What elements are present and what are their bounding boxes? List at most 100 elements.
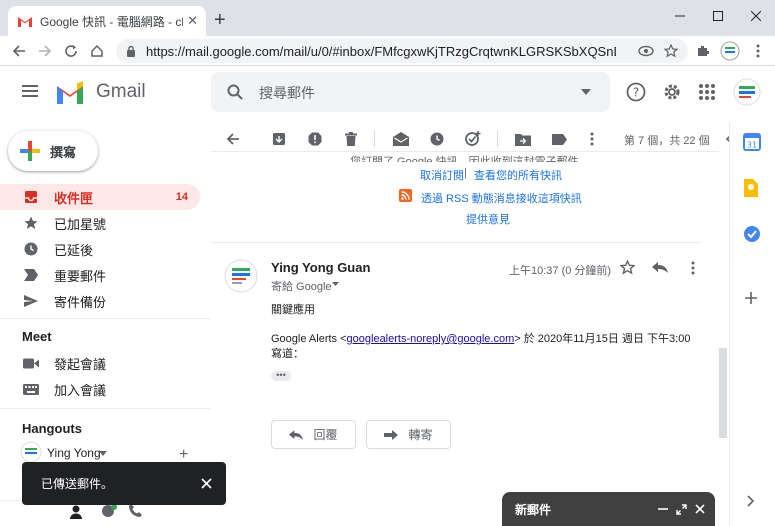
message-divider	[211, 242, 701, 243]
more-options-icon[interactable]	[582, 129, 602, 149]
svg-text:?: ?	[633, 86, 639, 100]
quoted-sender-email-link[interactable]: googlealerts-noreply@google.com	[347, 333, 515, 345]
hangouts-chat-icon[interactable]	[101, 503, 117, 519]
new-message-window-header[interactable]: 新郵件	[502, 492, 715, 526]
snackbar-close-icon[interactable]	[201, 478, 212, 489]
search-placeholder: 搜尋郵件	[259, 85, 315, 101]
sidebar-item-label: 發起會議	[54, 356, 107, 372]
feedback-link[interactable]: 提供意見	[466, 211, 510, 227]
close-compose-icon[interactable]	[695, 504, 705, 514]
reply-button[interactable]: 回覆	[271, 420, 356, 449]
home-icon[interactable]	[87, 41, 107, 61]
gmail-wordmark: Gmail	[96, 81, 146, 102]
profile-avatar[interactable]	[720, 41, 740, 61]
show-trimmed-content-button[interactable]: •••	[271, 371, 291, 381]
hangouts-user-name[interactable]: Ying Yong	[47, 446, 101, 460]
sidebar-item-important[interactable]: 重要郵件	[0, 262, 200, 288]
mark-unread-envelope-icon[interactable]	[391, 129, 411, 149]
sidebar-item-new-meeting[interactable]: 發起會議	[0, 350, 200, 376]
archive-icon[interactable]	[269, 129, 289, 149]
show-side-panel-chevron-right-icon[interactable]	[747, 495, 754, 507]
forward-button-label: 轉寄	[408, 428, 433, 442]
move-to-folder-icon[interactable]	[513, 129, 533, 149]
view-all-alerts-link[interactable]: 查看您的所有快訊	[474, 167, 562, 183]
unsubscribe-link[interactable]: 取消訂閱	[420, 167, 464, 183]
phone-icon[interactable]	[129, 504, 142, 517]
delete-trash-icon[interactable]	[341, 129, 361, 149]
add-to-tasks-icon[interactable]	[463, 129, 483, 149]
minimize-icon[interactable]	[668, 6, 692, 26]
rss-feed-icon[interactable]	[399, 189, 412, 202]
person-icon[interactable]	[70, 505, 82, 519]
sidebar-item-snoozed[interactable]: 已延後	[0, 236, 200, 262]
browser-menu-icon[interactable]	[748, 41, 768, 61]
tab-title: Google 快訊 - 電腦網路 - chtouch	[40, 14, 183, 29]
forward-arrow-icon	[384, 429, 399, 440]
content-scrollbar[interactable]	[719, 348, 727, 438]
extensions-icon[interactable]	[693, 41, 713, 61]
toolbar-divider	[374, 131, 375, 147]
back-arrow-icon[interactable]	[9, 41, 29, 61]
report-spam-icon[interactable]	[305, 129, 325, 149]
sidebar-item-inbox[interactable]: 收件匣 14	[0, 184, 200, 210]
gmail-logo-icon[interactable]	[55, 81, 85, 104]
reload-icon[interactable]	[61, 41, 81, 61]
forward-button[interactable]: 轉寄	[366, 420, 451, 449]
sidebar-item-label: 已延後	[54, 242, 94, 258]
snooze-clock-icon[interactable]	[427, 129, 447, 149]
sidebar-divider	[0, 318, 210, 319]
tasks-icon[interactable]	[743, 225, 761, 243]
label-tag-icon[interactable]	[549, 129, 569, 149]
hangouts-user-avatar[interactable]	[20, 441, 42, 463]
maximize-icon[interactable]	[706, 6, 730, 26]
svg-text:31: 31	[747, 141, 757, 150]
search-options-chevron-down-icon[interactable]	[581, 89, 591, 95]
forward-arrow-icon[interactable]	[35, 41, 55, 61]
compose-button[interactable]: 撰寫	[8, 131, 98, 171]
lock-icon	[126, 45, 136, 57]
important-label-icon	[22, 269, 40, 281]
new-conversation-plus-icon[interactable]: +	[179, 447, 188, 463]
digest-clip: 您訂閱了 Google 快訊，因此收到這封電子郵件。	[350, 150, 590, 162]
help-icon[interactable]: ?	[626, 82, 646, 102]
sidebar-item-join-meeting[interactable]: 加入會議	[0, 376, 200, 402]
apps-grid-icon[interactable]	[699, 84, 715, 100]
toolbar-divider	[497, 131, 498, 147]
hangouts-chevron-down-icon[interactable]	[99, 451, 107, 456]
tab-close-icon[interactable]: ✕	[187, 13, 198, 29]
sender-name[interactable]: Ying Yong Guan	[271, 260, 370, 275]
minimize-compose-icon[interactable]	[658, 504, 668, 514]
keep-icon[interactable]	[743, 179, 759, 197]
window-close-icon[interactable]	[744, 6, 768, 26]
main-menu-icon[interactable]	[22, 85, 38, 97]
url-text: https://mail.google.com/mail/u/0/#inbox/…	[146, 43, 616, 59]
reply-arrow-icon[interactable]	[652, 262, 668, 273]
digest-subscription-note: 您訂閱了 Google 快訊，因此收到這封電子郵件。	[350, 156, 590, 162]
sidebar-item-starred[interactable]: 已加星號	[0, 210, 200, 236]
settings-gear-icon[interactable]	[662, 82, 682, 102]
message-more-options-icon[interactable]	[691, 261, 695, 275]
account-avatar[interactable]	[733, 78, 761, 106]
expand-compose-icon[interactable]	[676, 503, 687, 515]
sidebar-item-label: 寄件備份	[54, 294, 107, 310]
reply-arrow-icon	[289, 429, 304, 440]
reply-button-label: 回覆	[313, 428, 338, 442]
recipient-details-chevron-down-icon[interactable]	[332, 282, 339, 286]
quoted-header: Google Alerts <googlealerts-noreply@goog…	[271, 332, 701, 362]
rss-subscribe-link[interactable]: 透過 RSS 動態消息接收這項快訊	[421, 190, 582, 206]
calendar-icon[interactable]: 31	[743, 133, 761, 151]
new-tab-icon[interactable]: +	[214, 10, 226, 30]
back-to-inbox-arrow-icon[interactable]	[223, 129, 243, 149]
search-icon[interactable]	[227, 84, 243, 100]
star-bookmark-icon[interactable]	[661, 41, 681, 61]
get-addons-plus-icon[interactable]	[743, 290, 759, 306]
eye-icon[interactable]	[636, 41, 656, 61]
meet-section-title: Meet	[22, 329, 52, 344]
star-message-icon[interactable]	[620, 260, 635, 275]
sidebar-item-sent[interactable]: 寄件備份	[0, 288, 200, 314]
sender-avatar[interactable]	[224, 259, 258, 293]
video-camera-icon	[22, 358, 40, 369]
sidebar-item-label: 加入會議	[54, 382, 107, 398]
browser-tab[interactable]: Google 快訊 - 電腦網路 - chtouch ✕	[8, 6, 206, 36]
address-bar[interactable]: https://mail.google.com/mail/u/0/#inbox/…	[116, 39, 688, 63]
